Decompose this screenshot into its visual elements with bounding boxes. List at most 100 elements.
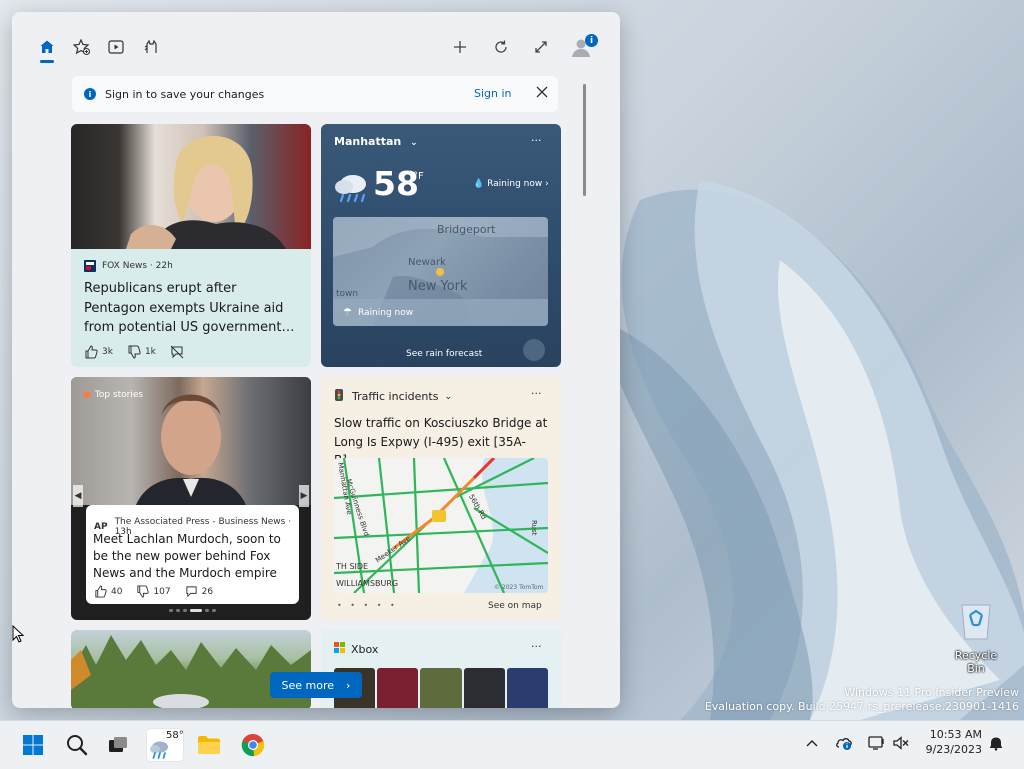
traffic-card[interactable]: Traffic incidents ⌄ ··· Slow traffic on …: [321, 377, 561, 620]
weather-location-text: Manhattan: [334, 135, 402, 148]
display-tray-button[interactable]: [868, 734, 886, 752]
panel-scrollbar[interactable]: [583, 84, 586, 196]
speaker-muted-icon: [893, 736, 909, 750]
umbrella-icon: ☂: [343, 307, 352, 318]
traffic-header[interactable]: Traffic incidents ⌄: [334, 389, 452, 404]
raindrop-icon: 💧: [473, 179, 485, 189]
star-icon[interactable]: [71, 36, 93, 58]
traffic-map[interactable]: McGuinness Blvd Manhattan Ave 56th Rd Me…: [334, 458, 548, 593]
news-card[interactable]: FOX News · 22h Republicans erupt after P…: [71, 124, 311, 367]
top-stories-headline[interactable]: Meet Lachlan Murdoch, soon to be the new…: [93, 531, 293, 582]
dislike-button[interactable]: 107: [136, 585, 171, 598]
folder-icon: [198, 736, 220, 754]
top-stories-content: AP The Associated Press - Business News …: [86, 505, 299, 604]
pager-dot[interactable]: [205, 609, 209, 612]
home-icon[interactable]: [36, 36, 58, 58]
dislike-count: 1k: [144, 347, 156, 357]
more-options-icon[interactable]: ···: [531, 387, 542, 400]
weather-map[interactable]: Bridgeport Newark New York town ☂ Rainin…: [333, 217, 548, 326]
widgets-panel: i i Sign in to save your changes Sign in…: [12, 12, 620, 708]
xbox-games-strip: [334, 668, 549, 708]
like-button[interactable]: 40: [94, 585, 122, 598]
top-stories-card[interactable]: ● Top stories ◀ ▶ AP The Associated Pres…: [71, 377, 311, 620]
pager-dot[interactable]: [183, 609, 187, 612]
top-stories-tag: ● Top stories: [83, 390, 143, 400]
carousel-next-button[interactable]: ▶: [299, 485, 309, 507]
news-photo: [71, 124, 311, 249]
weather-condition[interactable]: 💧 Raining now ›: [473, 179, 549, 189]
windows-logo-icon: [23, 735, 43, 755]
map-label-town: town: [336, 289, 359, 299]
chevron-right-icon: ›: [346, 678, 351, 692]
game-tile[interactable]: [377, 668, 419, 708]
chrome-button[interactable]: [237, 729, 269, 761]
see-on-map-link[interactable]: See on map: [488, 601, 542, 611]
file-explorer-button[interactable]: [193, 729, 225, 761]
news-headline[interactable]: Republicans erupt after Pentagon exempts…: [84, 279, 300, 338]
news-source-text: FOX News · 22h: [102, 261, 173, 271]
signin-link[interactable]: Sign in: [474, 87, 512, 100]
start-button[interactable]: [17, 729, 49, 761]
expand-icon[interactable]: [530, 36, 552, 58]
see-more-button[interactable]: See more ›: [270, 672, 362, 698]
map-label-rust: Rust: [530, 520, 538, 536]
pager-dot[interactable]: [176, 609, 180, 612]
comment-icon: [186, 586, 197, 598]
search-button[interactable]: [61, 729, 93, 761]
more-options-icon[interactable]: ···: [531, 134, 542, 147]
pager-dot-active[interactable]: [190, 609, 202, 612]
taskbar-clock[interactable]: 10:53 AM 9/23/2023: [912, 727, 982, 757]
see-rain-forecast-link[interactable]: See rain forecast: [406, 349, 482, 359]
comment-off-button[interactable]: [170, 345, 188, 359]
weather-card[interactable]: Manhattan ⌄ ··· 58 °F 💧 Raining now › Br…: [321, 124, 561, 367]
like-count: 40: [111, 586, 123, 597]
chevron-down-icon: ⌄: [410, 138, 418, 148]
dislike-button[interactable]: 1k: [127, 345, 156, 359]
see-more-label: See more: [281, 678, 335, 692]
traffic-pager[interactable]: • • • • •: [337, 601, 398, 610]
recycle-bin-label: Recycle Bin: [954, 649, 998, 675]
avatar-icon[interactable]: i: [570, 34, 598, 60]
weather-condition-text: Raining now: [487, 179, 543, 189]
more-options-icon[interactable]: ···: [531, 640, 542, 653]
like-count: 3k: [102, 347, 113, 357]
recycle-bin[interactable]: Recycle Bin: [946, 599, 1006, 675]
pager-dot[interactable]: [212, 609, 216, 612]
comments-button[interactable]: 26: [185, 585, 213, 598]
thumbs-down-icon: [137, 585, 150, 598]
chevron-down-icon: ⌄: [444, 391, 452, 402]
clock-date: 9/23/2023: [925, 743, 982, 756]
onedrive-tray-button[interactable]: [835, 734, 853, 752]
volume-muted-tray-button[interactable]: [892, 734, 910, 752]
pet-icon[interactable]: [140, 36, 162, 58]
task-view-button[interactable]: [102, 729, 134, 761]
show-hidden-icons-button[interactable]: [803, 734, 821, 752]
signin-message: Sign in to save your changes: [105, 87, 265, 101]
notifications-button[interactable]: [987, 734, 1005, 752]
weather-icon: [150, 741, 168, 759]
pager-dot[interactable]: [169, 609, 173, 612]
game-tile[interactable]: [506, 668, 549, 708]
task-view-icon: [109, 737, 127, 752]
rain-cloud-icon: [333, 170, 371, 208]
map-label-newark: Newark: [408, 257, 446, 268]
watermark-line1: Windows 11 Pro Insider Preview: [844, 686, 1019, 699]
video-icon[interactable]: [105, 36, 127, 58]
close-icon[interactable]: [534, 84, 550, 100]
chevron-right-icon: ›: [545, 179, 549, 189]
carousel-prev-button[interactable]: ◀: [73, 485, 83, 507]
widgets-toolbar: i: [12, 12, 620, 68]
game-tile[interactable]: [463, 668, 505, 708]
refresh-icon[interactable]: [490, 36, 512, 58]
info-icon: i: [84, 88, 96, 100]
weather-location[interactable]: Manhattan ⌄: [334, 135, 418, 148]
like-button[interactable]: 3k: [84, 345, 113, 359]
watermark-line2: Evaluation copy. Build 25947.rs_prerelea…: [704, 700, 1019, 713]
xbox-logo-icon: [334, 642, 345, 656]
evaluation-watermark: Windows 11 Pro Insider Preview Evaluatio…: [705, 686, 1019, 714]
game-tile[interactable]: [420, 668, 462, 708]
top-stories-tag-text: Top stories: [94, 390, 144, 400]
flame-icon: ●: [83, 390, 91, 400]
map-status-text: Raining now: [357, 307, 414, 318]
plus-icon[interactable]: [449, 36, 471, 58]
